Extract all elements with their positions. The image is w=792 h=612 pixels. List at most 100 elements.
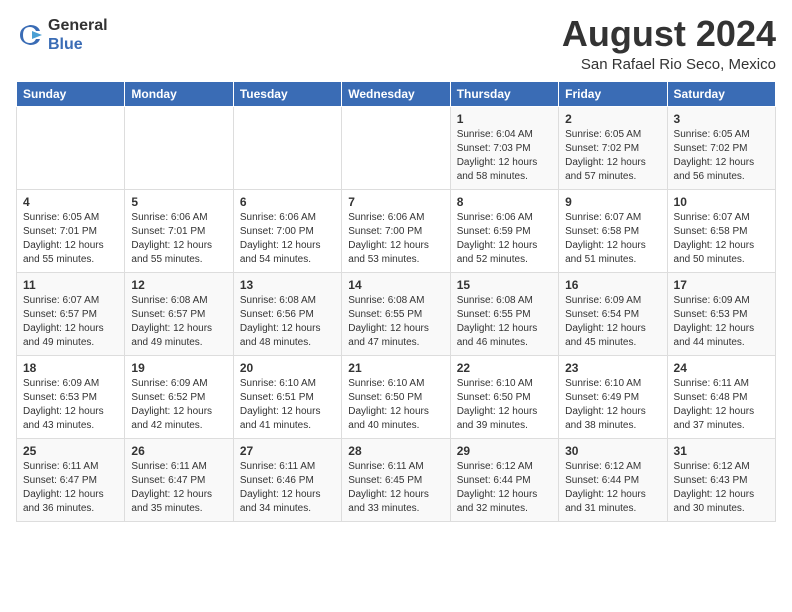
calendar-cell: 11 Sunrise: 6:07 AM Sunset: 6:57 PM Dayli… — [17, 273, 125, 356]
week-row-5: 25 Sunrise: 6:11 AM Sunset: 6:47 PM Dayli… — [17, 439, 776, 522]
week-row-2: 4Sunrise: 6:05 AM Sunset: 7:01 PM Daylig… — [17, 190, 776, 273]
day-info: Sunrise: 6:11 AM Sunset: 6:46 PM Dayligh… — [240, 460, 335, 516]
day-number: 20 — [240, 361, 335, 375]
day-number: 22 — [457, 361, 552, 375]
day-info: Sunrise: 6:10 AM Sunset: 6:51 PM Dayligh… — [240, 377, 335, 433]
calendar-cell: 10Sunrise: 6:07 AM Sunset: 6:58 PM Dayli… — [667, 190, 775, 273]
day-info: Sunrise: 6:06 AM Sunset: 6:59 PM Dayligh… — [457, 211, 552, 267]
day-info: Sunrise: 6:09 AM Sunset: 6:52 PM Dayligh… — [131, 377, 226, 433]
day-number: 23 — [565, 361, 660, 375]
day-info: Sunrise: 6:11 AM Sunset: 6:47 PM Dayligh… — [131, 460, 226, 516]
weekday-header-monday: Monday — [125, 82, 233, 107]
day-info: Sunrise: 6:11 AM Sunset: 6:48 PM Dayligh… — [674, 377, 769, 433]
day-number: 31 — [674, 444, 769, 458]
logo-text: General Blue — [48, 16, 108, 54]
day-info: Sunrise: 6:09 AM Sunset: 6:53 PM Dayligh… — [23, 377, 118, 433]
location-subtitle: San Rafael Rio Seco, Mexico — [562, 56, 776, 73]
title-block: August 2024 San Rafael Rio Seco, Mexico — [562, 16, 776, 73]
calendar-cell: 23 Sunrise: 6:10 AM Sunset: 6:49 PM Dayli… — [559, 356, 667, 439]
day-info: Sunrise: 6:09 AM Sunset: 6:53 PM Dayligh… — [674, 294, 769, 350]
calendar-cell — [342, 107, 450, 190]
day-number: 19 — [131, 361, 226, 375]
day-info: Sunrise: 6:08 AM Sunset: 6:57 PM Dayligh… — [131, 294, 226, 350]
calendar-cell: 17 Sunrise: 6:09 AM Sunset: 6:53 PM Dayli… — [667, 273, 775, 356]
month-year-title: August 2024 — [562, 16, 776, 52]
calendar-cell: 15Sunrise: 6:08 AM Sunset: 6:55 PM Dayli… — [450, 273, 558, 356]
day-number: 18 — [23, 361, 118, 375]
day-info: Sunrise: 6:10 AM Sunset: 6:50 PM Dayligh… — [348, 377, 443, 433]
week-row-3: 11 Sunrise: 6:07 AM Sunset: 6:57 PM Dayli… — [17, 273, 776, 356]
logo-blue: Blue — [48, 36, 83, 53]
day-number: 3 — [674, 112, 769, 126]
weekday-header-thursday: Thursday — [450, 82, 558, 107]
weekday-header-sunday: Sunday — [17, 82, 125, 107]
calendar-cell: 16 Sunrise: 6:09 AM Sunset: 6:54 PM Dayli… — [559, 273, 667, 356]
calendar-cell: 28Sunrise: 6:11 AM Sunset: 6:45 PM Dayli… — [342, 439, 450, 522]
day-info: Sunrise: 6:12 AM Sunset: 6:44 PM Dayligh… — [457, 460, 552, 516]
day-info: Sunrise: 6:10 AM Sunset: 6:49 PM Dayligh… — [565, 377, 660, 433]
day-info: Sunrise: 6:05 AM Sunset: 7:02 PM Dayligh… — [565, 128, 660, 184]
day-number: 5 — [131, 195, 226, 209]
week-row-4: 18 Sunrise: 6:09 AM Sunset: 6:53 PM Dayli… — [17, 356, 776, 439]
day-number: 9 — [565, 195, 660, 209]
day-number: 1 — [457, 112, 552, 126]
day-number: 17 — [674, 278, 769, 292]
day-info: Sunrise: 6:10 AM Sunset: 6:50 PM Dayligh… — [457, 377, 552, 433]
day-number: 14 — [348, 278, 443, 292]
day-number: 25 — [23, 444, 118, 458]
day-number: 15 — [457, 278, 552, 292]
calendar-cell: 21 Sunrise: 6:10 AM Sunset: 6:50 PM Dayli… — [342, 356, 450, 439]
day-info: Sunrise: 6:06 AM Sunset: 7:00 PM Dayligh… — [348, 211, 443, 267]
day-info: Sunrise: 6:11 AM Sunset: 6:47 PM Dayligh… — [23, 460, 118, 516]
calendar-cell: 26Sunrise: 6:11 AM Sunset: 6:47 PM Dayli… — [125, 439, 233, 522]
day-info: Sunrise: 6:07 AM Sunset: 6:58 PM Dayligh… — [565, 211, 660, 267]
logo-icon — [16, 21, 44, 49]
logo-general: General — [48, 17, 108, 34]
day-number: 12 — [131, 278, 226, 292]
calendar-cell: 24 Sunrise: 6:11 AM Sunset: 6:48 PM Dayli… — [667, 356, 775, 439]
day-number: 7 — [348, 195, 443, 209]
day-info: Sunrise: 6:08 AM Sunset: 6:56 PM Dayligh… — [240, 294, 335, 350]
calendar-cell: 7 Sunrise: 6:06 AM Sunset: 7:00 PM Daylig… — [342, 190, 450, 273]
calendar-cell: 13Sunrise: 6:08 AM Sunset: 6:56 PM Dayli… — [233, 273, 341, 356]
page-header: General Blue August 2024 San Rafael Rio … — [16, 16, 776, 73]
day-info: Sunrise: 6:06 AM Sunset: 7:00 PM Dayligh… — [240, 211, 335, 267]
calendar-cell: 31Sunrise: 6:12 AM Sunset: 6:43 PM Dayli… — [667, 439, 775, 522]
calendar-cell: 4Sunrise: 6:05 AM Sunset: 7:01 PM Daylig… — [17, 190, 125, 273]
day-number: 8 — [457, 195, 552, 209]
calendar-cell: 12 Sunrise: 6:08 AM Sunset: 6:57 PM Dayli… — [125, 273, 233, 356]
calendar-cell — [233, 107, 341, 190]
day-number: 4 — [23, 195, 118, 209]
calendar-cell: 5Sunrise: 6:06 AM Sunset: 7:01 PM Daylig… — [125, 190, 233, 273]
day-info: Sunrise: 6:09 AM Sunset: 6:54 PM Dayligh… — [565, 294, 660, 350]
day-info: Sunrise: 6:07 AM Sunset: 6:57 PM Dayligh… — [23, 294, 118, 350]
weekday-header-wednesday: Wednesday — [342, 82, 450, 107]
day-info: Sunrise: 6:11 AM Sunset: 6:45 PM Dayligh… — [348, 460, 443, 516]
calendar-cell: 18 Sunrise: 6:09 AM Sunset: 6:53 PM Dayli… — [17, 356, 125, 439]
calendar-cell: 2Sunrise: 6:05 AM Sunset: 7:02 PM Daylig… — [559, 107, 667, 190]
day-info: Sunrise: 6:07 AM Sunset: 6:58 PM Dayligh… — [674, 211, 769, 267]
day-info: Sunrise: 6:05 AM Sunset: 7:02 PM Dayligh… — [674, 128, 769, 184]
calendar-cell: 27 Sunrise: 6:11 AM Sunset: 6:46 PM Dayli… — [233, 439, 341, 522]
day-number: 11 — [23, 278, 118, 292]
calendar-cell: 30Sunrise: 6:12 AM Sunset: 6:44 PM Dayli… — [559, 439, 667, 522]
weekday-header-tuesday: Tuesday — [233, 82, 341, 107]
weekday-header-row: SundayMondayTuesdayWednesdayThursdayFrid… — [17, 82, 776, 107]
day-number: 30 — [565, 444, 660, 458]
logo: General Blue — [16, 16, 108, 54]
calendar-table: SundayMondayTuesdayWednesdayThursdayFrid… — [16, 81, 776, 522]
day-number: 27 — [240, 444, 335, 458]
day-number: 21 — [348, 361, 443, 375]
day-number: 29 — [457, 444, 552, 458]
day-info: Sunrise: 6:08 AM Sunset: 6:55 PM Dayligh… — [348, 294, 443, 350]
day-number: 24 — [674, 361, 769, 375]
calendar-cell — [125, 107, 233, 190]
calendar-cell: 8 Sunrise: 6:06 AM Sunset: 6:59 PM Daylig… — [450, 190, 558, 273]
calendar-cell: 3 Sunrise: 6:05 AM Sunset: 7:02 PM Daylig… — [667, 107, 775, 190]
weekday-header-saturday: Saturday — [667, 82, 775, 107]
calendar-cell: 25 Sunrise: 6:11 AM Sunset: 6:47 PM Dayli… — [17, 439, 125, 522]
calendar-cell: 9 Sunrise: 6:07 AM Sunset: 6:58 PM Daylig… — [559, 190, 667, 273]
calendar-cell: 19 Sunrise: 6:09 AM Sunset: 6:52 PM Dayli… — [125, 356, 233, 439]
day-number: 16 — [565, 278, 660, 292]
weekday-header-friday: Friday — [559, 82, 667, 107]
